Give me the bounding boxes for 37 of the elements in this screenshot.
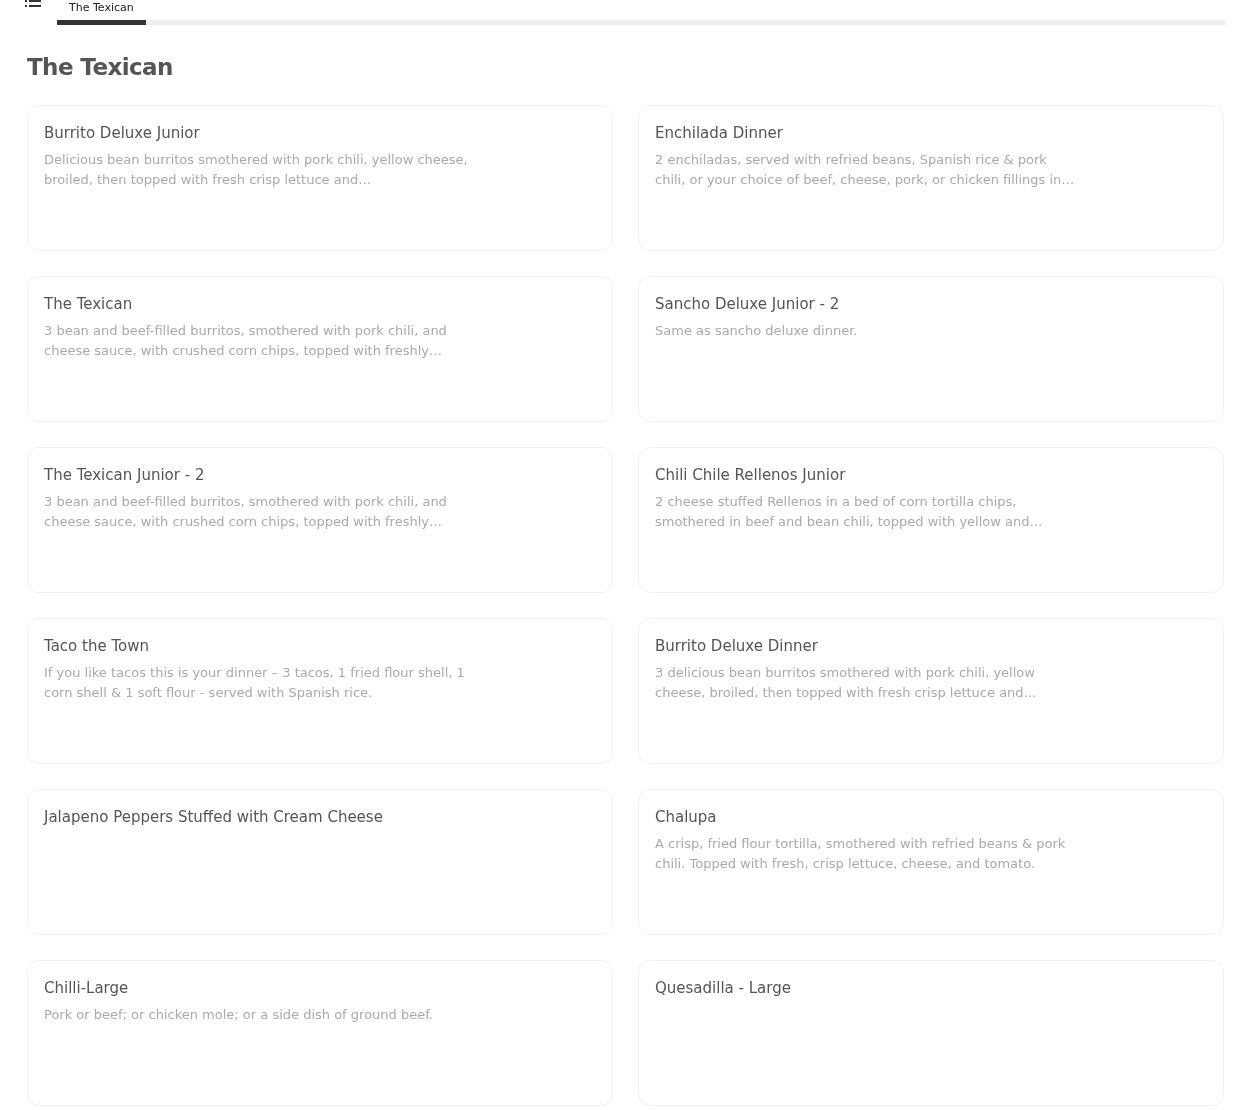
- item-description: 2 cheese stuffed Rellenos in a bed of corn tortilla chips, smothered in beef and bean chili, topped with yellow and…: [655, 492, 1044, 531]
- menu-item-card[interactable]: Enchilada Dinner 2 enchiladas, served with refried beans, Spanish rice & pork chili, or your choice of beef, cheese, pork, or chicken fillings in…: [638, 104, 1224, 251]
- item-name: Jalapeno Peppers Stuffed with Cream Cheese: [44, 806, 384, 828]
- item-name: Quesadilla - Large: [655, 977, 792, 999]
- item-description: 3 bean and beef-filled burritos, smothered with pork chili, and cheese sauce, with crushed corn chips, topped with freshly…: [44, 492, 448, 531]
- section-title: The Texican: [26, 53, 174, 82]
- menu-icon[interactable]: [25, 0, 41, 8]
- item-description: Same as sancho deluxe dinner.: [655, 321, 859, 340]
- item-description: A crisp, fried flour tortilla, smothered with refried beans & pork chili. Topped with fresh, crisp lettuce, cheese, and tomato.: [655, 834, 1067, 873]
- item-name: Taco the Town: [44, 635, 150, 657]
- item-name: Enchilada Dinner: [655, 122, 784, 144]
- item-name: Chilli-Large: [44, 977, 130, 999]
- item-name: Burrito Deluxe Junior: [44, 122, 201, 144]
- item-description: Delicious bean burritos smothered with pork chili, yellow cheese, broiled, then topped with fresh crisp lettuce and…: [44, 150, 469, 189]
- item-name: Burrito Deluxe Dinner: [655, 635, 819, 657]
- item-name: The Texican Junior - 2: [44, 464, 206, 486]
- menu-item-card[interactable]: Sancho Deluxe Junior - 2 Same as sancho deluxe dinner.: [638, 275, 1224, 422]
- menu-item-card[interactable]: Chalupa A crisp, fried flour tortilla, smothered with refried beans & pork chili. Topped with fresh, crisp lettuce, cheese, and tomato.: [638, 788, 1224, 935]
- item-description: 3 bean and beef-filled burritos, smothered with pork chili, and cheese sauce, with crushed corn chips, topped with freshly…: [44, 321, 448, 360]
- item-name: Chili Chile Rellenos Junior: [655, 464, 847, 486]
- item-name: Sancho Deluxe Junior - 2: [655, 293, 841, 315]
- menu-item-card[interactable]: Jalapeno Peppers Stuffed with Cream Cheese: [27, 788, 613, 935]
- menu-item-card[interactable]: Chilli-Large Pork or beef; or chicken mole; or a side dish of ground beef.: [27, 959, 613, 1106]
- item-description: Pork or beef; or chicken mole; or a side dish of ground beef.: [44, 1005, 434, 1024]
- menu-item-card[interactable]: The Texican Junior - 2 3 bean and beef-filled burritos, smothered with pork chili, and cheese sauce, with crushed corn chips, topped with freshly…: [27, 446, 613, 593]
- item-name: Chalupa: [655, 806, 718, 828]
- menu-item-card[interactable]: The Texican 3 bean and beef-filled burritos, smothered with pork chili, and cheese sauce, with crushed corn chips, topped with freshly…: [27, 275, 613, 422]
- menu-item-card[interactable]: Burrito Deluxe Junior Delicious bean burritos smothered with pork chili, yellow cheese, broiled, then topped with fresh crisp lettuce and…: [27, 104, 613, 251]
- menu-item-card[interactable]: Burrito Deluxe Dinner 3 delicious bean burritos smothered with pork chili, yellow cheese, broiled, then topped with fresh crisp lettuce and…: [638, 617, 1224, 764]
- menu-item-card[interactable]: Chili Chile Rellenos Junior 2 cheese stuffed Rellenos in a bed of corn tortilla chips, smothered in beef and bean chili, topped with yellow and…: [638, 446, 1224, 593]
- item-description: 3 delicious bean burritos smothered with pork chili, yellow cheese, broiled, then topped with fresh crisp lettuce and…: [655, 663, 1038, 702]
- item-description: If you like tacos this is your dinner – 3 tacos, 1 fried flour shell, 1 corn shell & 1 soft flour - served with Spanish rice.: [44, 663, 466, 702]
- item-name: The Texican: [44, 293, 134, 315]
- menu-item-card[interactable]: Quesadilla - Large: [638, 959, 1224, 1106]
- item-description: 2 enchiladas, served with refried beans, Spanish rice & pork chili, or your choice of beef, cheese, pork, or chicken fillings in…: [655, 150, 1076, 189]
- tab[interactable]: The Texican: [57, 0, 146, 25]
- menu-item-card[interactable]: Taco the Town If you like tacos this is your dinner – 3 tacos, 1 fried flour shell, 1 corn shell & 1 soft flour - served with Spanish rice.: [27, 617, 613, 764]
